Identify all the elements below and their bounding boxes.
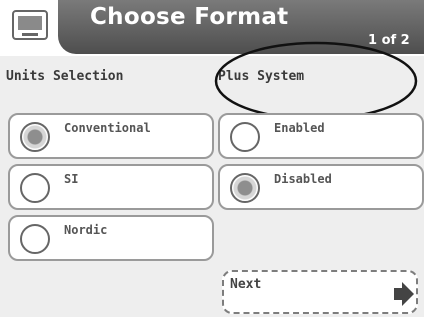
option-label: Enabled — [274, 121, 325, 135]
units-option-nordic[interactable]: Nordic — [8, 215, 214, 261]
plus-option-disabled[interactable]: Disabled — [218, 164, 424, 210]
radio-button-selected[interactable] — [230, 173, 260, 203]
option-label: Conventional — [64, 121, 151, 135]
radio-button-selected[interactable] — [20, 122, 50, 152]
radio-button[interactable] — [20, 224, 50, 254]
radio-button[interactable] — [20, 173, 50, 203]
device-icon — [12, 10, 48, 40]
units-option-conventional[interactable]: Conventional — [8, 113, 214, 159]
arrow-right-icon — [394, 282, 414, 306]
option-label: Nordic — [64, 223, 108, 237]
radio-button[interactable] — [230, 122, 260, 152]
plus-option-enabled[interactable]: Enabled — [218, 113, 424, 159]
units-selection-label: Units Selection — [6, 69, 124, 84]
units-option-si[interactable]: SI — [8, 164, 214, 210]
option-label: Disabled — [274, 172, 332, 186]
choose-format-screen: Choose Format 1 of 2 Units Selection Plu… — [0, 0, 424, 317]
next-label: Next — [230, 277, 262, 292]
page-title: Choose Format — [90, 4, 289, 30]
next-button[interactable]: Next — [222, 270, 418, 314]
option-label: SI — [64, 172, 79, 186]
